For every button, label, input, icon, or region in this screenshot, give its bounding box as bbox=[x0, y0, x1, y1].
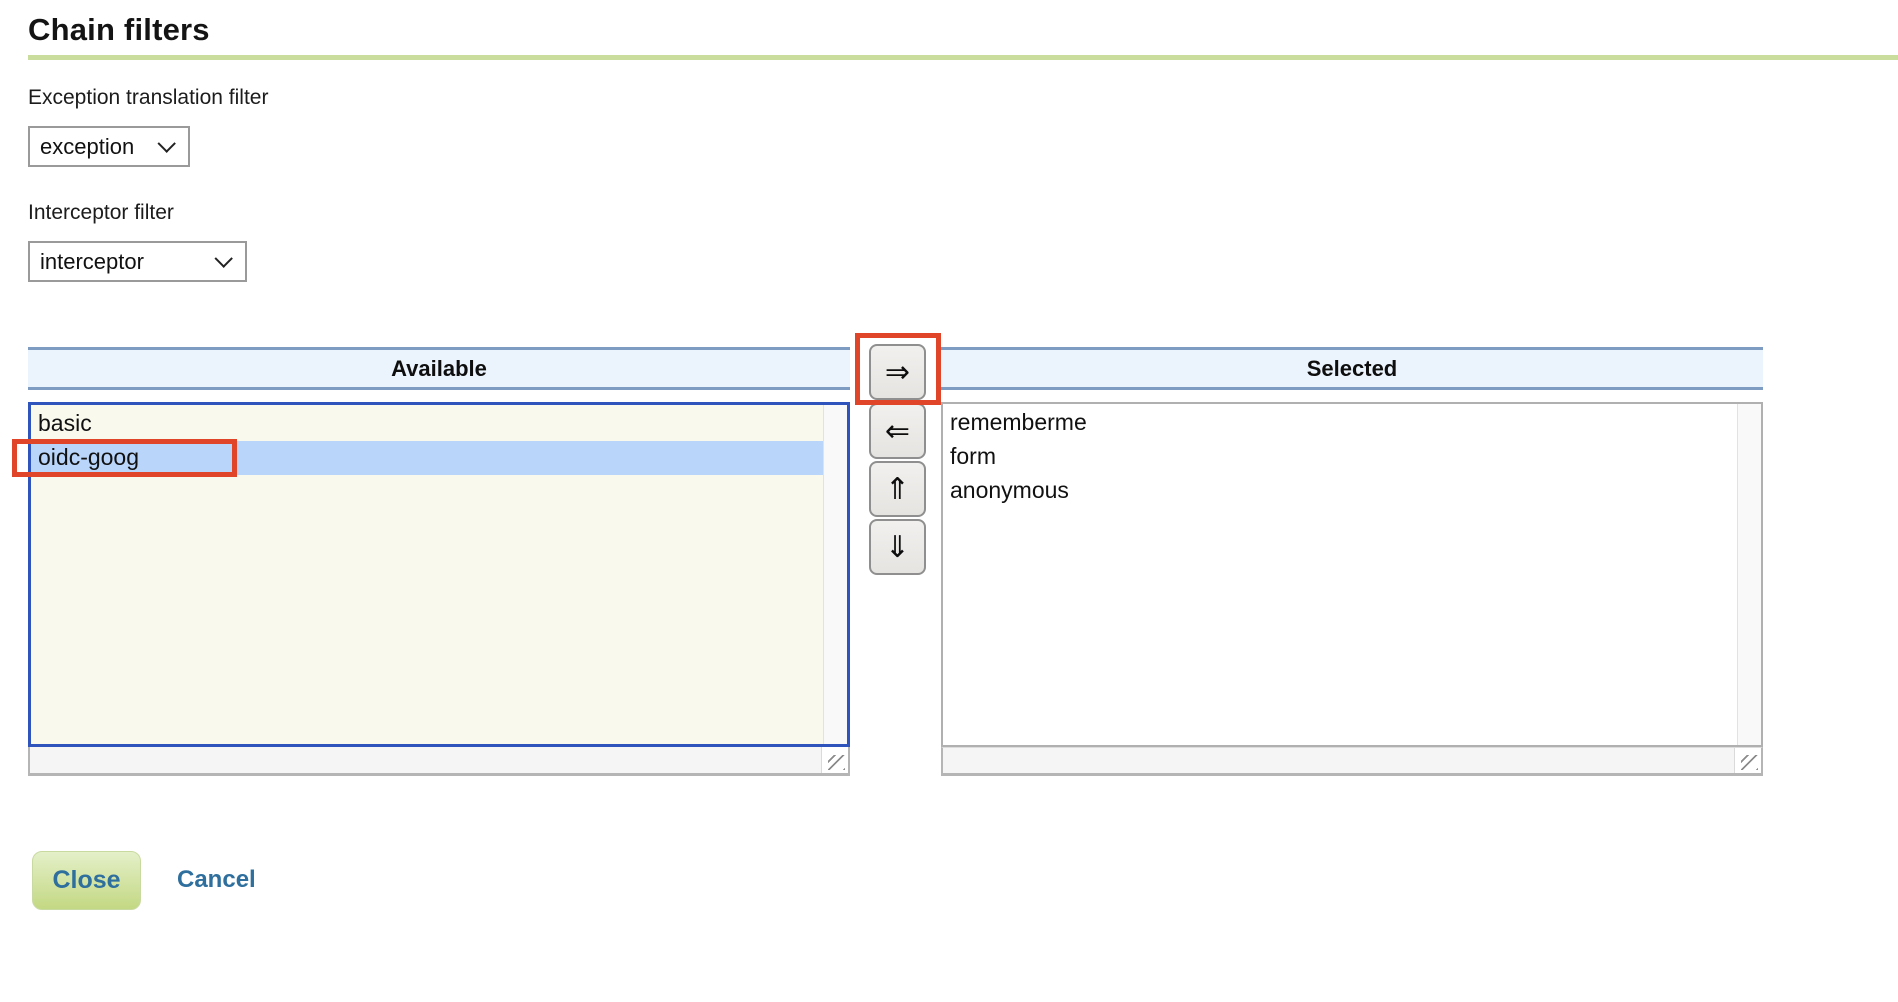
scrollbar-track[interactable] bbox=[943, 748, 1734, 773]
available-item-oidc-goog[interactable]: oidc-goog bbox=[31, 441, 823, 475]
exception-filter-label: Exception translation filter bbox=[28, 86, 268, 110]
available-resize-corner[interactable] bbox=[821, 747, 848, 773]
selected-header: Selected bbox=[941, 347, 1763, 390]
move-down-button[interactable]: ⇓ bbox=[869, 519, 926, 575]
selected-resize-corner[interactable] bbox=[1734, 748, 1761, 773]
selected-listbox[interactable]: rememberme form anonymous bbox=[941, 402, 1763, 747]
scrollbar-track[interactable] bbox=[30, 747, 821, 773]
title-underline bbox=[28, 55, 1898, 60]
move-up-button[interactable]: ⇑ bbox=[869, 461, 926, 517]
available-horizontal-scrollbar[interactable] bbox=[28, 747, 850, 776]
interceptor-filter-value: interceptor bbox=[40, 249, 144, 275]
available-header: Available bbox=[28, 347, 850, 390]
selected-item-anonymous[interactable]: anonymous bbox=[943, 474, 1737, 508]
exception-filter-select[interactable]: exception bbox=[28, 126, 190, 167]
available-vertical-scrollbar[interactable] bbox=[823, 405, 847, 744]
close-button[interactable]: Close bbox=[32, 851, 141, 910]
cancel-link[interactable]: Cancel bbox=[177, 866, 256, 894]
available-listbox[interactable]: basic oidc-goog bbox=[28, 402, 850, 747]
chevron-down-icon bbox=[157, 134, 175, 152]
interceptor-filter-select[interactable]: interceptor bbox=[28, 241, 247, 282]
selected-item-form[interactable]: form bbox=[943, 440, 1737, 474]
exception-filter-value: exception bbox=[40, 134, 134, 160]
selected-list-items: rememberme form anonymous bbox=[943, 404, 1737, 745]
move-right-button[interactable]: ⇒ bbox=[869, 344, 926, 400]
available-item-basic[interactable]: basic bbox=[31, 407, 823, 441]
selected-horizontal-scrollbar[interactable] bbox=[941, 747, 1763, 776]
move-left-button[interactable]: ⇐ bbox=[869, 403, 926, 459]
resize-grip-icon bbox=[1741, 755, 1758, 770]
chevron-down-icon bbox=[214, 249, 232, 267]
selected-item-rememberme[interactable]: rememberme bbox=[943, 406, 1737, 440]
interceptor-filter-label: Interceptor filter bbox=[28, 201, 174, 225]
available-list-items: basic oidc-goog bbox=[31, 405, 823, 744]
resize-grip-icon bbox=[828, 755, 845, 770]
selected-vertical-scrollbar[interactable] bbox=[1737, 404, 1761, 745]
page-title: Chain filters bbox=[28, 12, 210, 48]
chain-filters-page: Chain filters Exception translation filt… bbox=[0, 0, 1898, 1002]
